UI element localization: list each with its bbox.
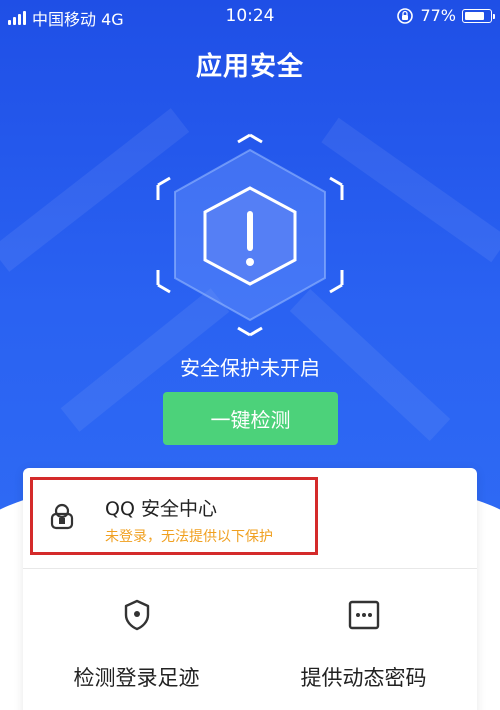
- protection-status: 安全保护未开启: [180, 356, 320, 380]
- dynamic-password-icon: [348, 600, 379, 630]
- security-status-graphic: [150, 130, 350, 340]
- qq-lock-icon: [50, 503, 74, 530]
- security-card: QQ 安全中心 未登录，无法提供以下保护 检测登录足迹 提供动态密码: [23, 468, 477, 710]
- qq-security-center-row[interactable]: QQ 安全中心 未登录，无法提供以下保护: [30, 477, 318, 555]
- location-shield-icon: [124, 599, 149, 631]
- battery-icon: [462, 8, 495, 23]
- one-click-scan-button[interactable]: 一键检测: [163, 392, 338, 445]
- feature-dynamic-password-label: 提供动态密码: [300, 666, 427, 690]
- rotation-lock-icon: [397, 7, 414, 24]
- qq-center-title: QQ 安全中心: [105, 498, 217, 520]
- qq-center-subtitle: 未登录，无法提供以下保护: [105, 529, 273, 545]
- feature-login-trace-label: 检测登录足迹: [73, 666, 200, 690]
- card-divider: [23, 568, 477, 569]
- battery-percent: 77%: [420, 6, 456, 25]
- page-title: 应用安全: [195, 52, 304, 82]
- feature-login-trace[interactable]: 检测登录足迹: [23, 598, 250, 692]
- status-bar: 中国移动 4G 10:24 77%: [0, 0, 500, 34]
- feature-dynamic-password[interactable]: 提供动态密码: [250, 598, 477, 692]
